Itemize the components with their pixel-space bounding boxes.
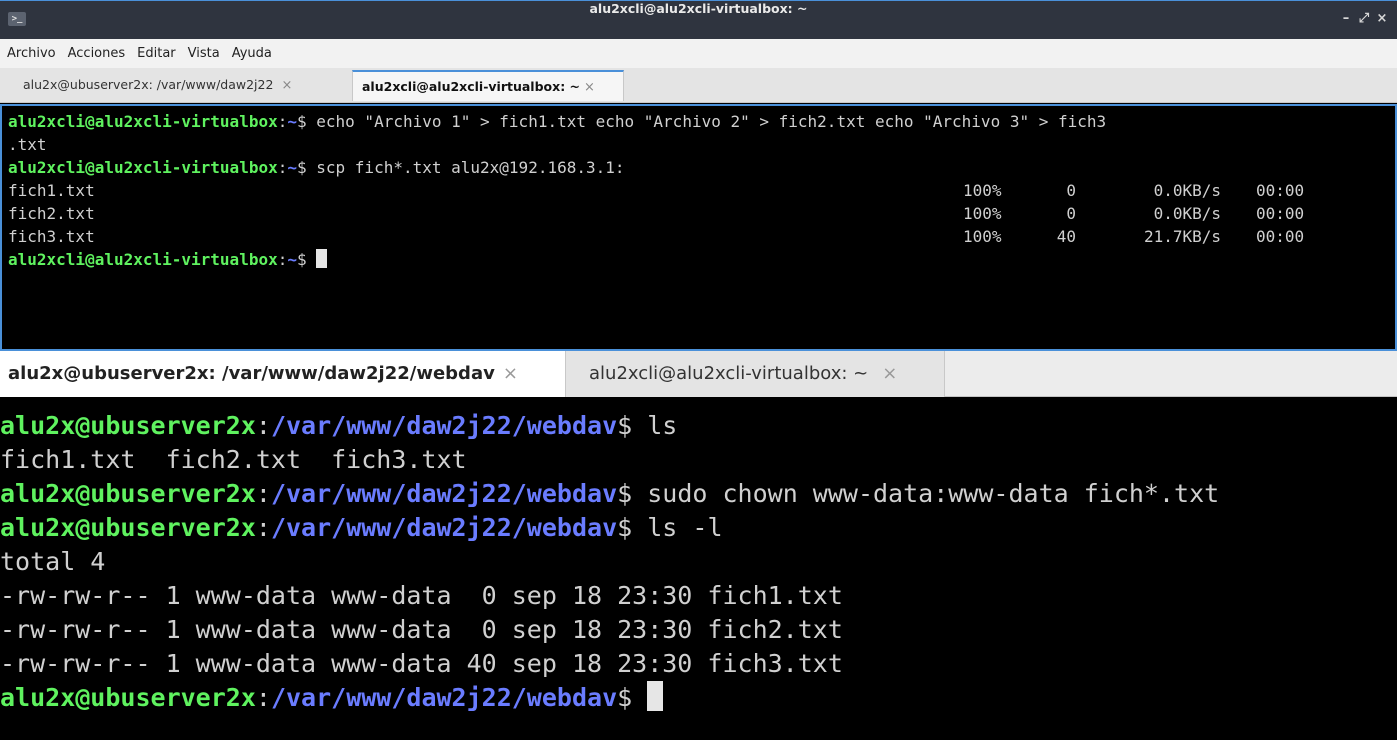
transfer-percent: 100% xyxy=(963,204,1002,223)
text-cursor xyxy=(316,249,328,268)
prompt-user: alu2xcli@alu2xcli-virtualbox xyxy=(8,158,278,177)
menu-ayuda[interactable]: Ayuda xyxy=(232,39,272,68)
prompt-symbol: $ xyxy=(617,411,648,440)
prompt-user: alu2x@ubuserver2x xyxy=(0,479,256,508)
close-tab-icon[interactable]: × xyxy=(281,78,292,93)
menu-acciones[interactable]: Acciones xyxy=(68,39,126,68)
tab-virtualbox[interactable]: alu2xcli@alu2xcli-virtualbox: ~ × xyxy=(352,70,624,101)
maximize-button[interactable]: ⤢ xyxy=(1356,10,1372,28)
prompt-separator: : xyxy=(255,479,271,508)
tab-label: alu2xcli@alu2xcli-virtualbox: ~ xyxy=(362,79,581,94)
prompt-separator: : xyxy=(255,683,271,712)
transfer-rate: 0.0KB/s xyxy=(1153,204,1221,223)
command-text: sudo chown www-data:www-data fich*.txt xyxy=(647,479,1220,508)
transfer-rate: 21.7KB/s xyxy=(1143,227,1221,246)
tab-label: alu2x@ubuserver2x: /var/www/daw2j22/webd… xyxy=(8,363,495,384)
terminal-line: .txt xyxy=(8,135,47,154)
listing-row: -rw-rw-r-- 1 www-data www-data 40 sep 18… xyxy=(0,649,843,678)
text-cursor xyxy=(647,681,664,711)
top-terminal-window: >_ alu2xcli@alu2xcli-virtualbox: ~ – ⤢ ×… xyxy=(0,0,1397,351)
prompt-separator: : xyxy=(255,513,271,542)
command-text: scp fich*.txt alu2x@192.168.3.1: xyxy=(316,158,625,177)
transfer-row: fich3.txt 100% 40 21.7KB/s 00:00 xyxy=(8,225,1395,248)
close-tab-icon[interactable]: × xyxy=(882,363,897,384)
menu-editar[interactable]: Editar xyxy=(137,39,176,68)
close-tab-icon[interactable]: × xyxy=(503,363,518,384)
prompt-path: /var/www/daw2j22/webdav xyxy=(270,683,618,712)
transfer-percent: 100% xyxy=(963,227,1002,246)
close-button[interactable]: × xyxy=(1374,10,1390,28)
terminal-line: alu2x@ubuserver2x:/var/www/daw2j22/webda… xyxy=(0,477,1397,511)
transfer-rate: 0.0KB/s xyxy=(1153,181,1221,200)
prompt-separator: : xyxy=(277,112,288,131)
bottom-terminal-window: alu2x@ubuserver2x: /var/www/daw2j22/webd… xyxy=(0,351,1397,740)
menu-bar: Archivo Acciones Editar Vista Ayuda xyxy=(0,39,1397,68)
terminal-line: alu2x@ubuserver2x:/var/www/daw2j22/webda… xyxy=(0,409,1397,443)
prompt-user: alu2x@ubuserver2x xyxy=(0,411,256,440)
prompt-symbol: $ xyxy=(297,158,317,177)
prompt-user: alu2xcli@alu2xcli-virtualbox xyxy=(8,250,278,269)
prompt-path: ~ xyxy=(287,158,297,177)
transfer-bytes: 0 xyxy=(1066,204,1076,223)
transfer-percent: 100% xyxy=(963,181,1002,200)
prompt-symbol: $ xyxy=(297,250,317,269)
prompt-path: ~ xyxy=(287,250,297,269)
terminal-line: fich1.txt fich2.txt fich3.txt xyxy=(0,445,467,474)
prompt-separator: : xyxy=(277,250,288,269)
tab-virtualbox[interactable]: alu2xcli@alu2xcli-virtualbox: ~ × xyxy=(566,351,945,397)
tab-webdav[interactable]: alu2x@ubuserver2x: /var/www/daw2j22/webd… xyxy=(0,351,566,397)
transfer-bytes: 40 xyxy=(1056,227,1076,246)
terminal-line: alu2x@ubuserver2x:/var/www/daw2j22/webda… xyxy=(0,511,1397,545)
prompt-separator: : xyxy=(277,158,288,177)
transfer-time: 00:00 xyxy=(1256,181,1305,200)
terminal-line: alu2xcli@alu2xcli-virtualbox:~$ xyxy=(8,248,1395,271)
tab-ubuserver[interactable]: alu2x@ubuserver2x: /var/www/daw2j22 × xyxy=(9,70,352,101)
transfer-row: fich1.txt 100% 0 0.0KB/s 00:00 xyxy=(8,179,1395,202)
tab-bar: alu2x@ubuserver2x: /var/www/daw2j22 × alu… xyxy=(0,68,1397,103)
transfer-bytes: 0 xyxy=(1066,181,1076,200)
window-title: alu2xcli@alu2xcli-virtualbox: ~ xyxy=(589,1,808,16)
prompt-path: ~ xyxy=(287,112,297,131)
close-tab-icon[interactable]: × xyxy=(584,80,595,95)
prompt-path: /var/www/daw2j22/webdav xyxy=(270,411,618,440)
terminal-output[interactable]: alu2x@ubuserver2x:/var/www/daw2j22/webda… xyxy=(0,401,1397,740)
transfer-time: 00:00 xyxy=(1256,227,1305,246)
prompt-user: alu2x@ubuserver2x xyxy=(0,683,256,712)
terminal-output[interactable]: alu2xcli@alu2xcli-virtualbox:~$ echo "Ar… xyxy=(0,104,1397,351)
command-text: echo "Archivo 1" > fich1.txt echo "Archi… xyxy=(316,112,1107,131)
transfer-file: fich2.txt xyxy=(8,204,95,223)
transfer-time: 00:00 xyxy=(1256,204,1305,223)
prompt-symbol: $ xyxy=(617,683,648,712)
terminal-line: alu2x@ubuserver2x:/var/www/daw2j22/webda… xyxy=(0,681,1397,715)
menu-archivo[interactable]: Archivo xyxy=(7,39,56,68)
terminal-line: total 4 xyxy=(0,547,106,576)
title-bar[interactable]: >_ alu2xcli@alu2xcli-virtualbox: ~ – ⤢ × xyxy=(0,0,1397,39)
prompt-symbol: $ xyxy=(617,513,648,542)
transfer-file: fich1.txt xyxy=(8,181,95,200)
prompt-symbol: $ xyxy=(297,112,317,131)
terminal-line: alu2xcli@alu2xcli-virtualbox:~$ echo "Ar… xyxy=(8,110,1395,133)
tab-bar: alu2x@ubuserver2x: /var/www/daw2j22/webd… xyxy=(0,351,1397,397)
prompt-symbol: $ xyxy=(617,479,648,508)
prompt-path: /var/www/daw2j22/webdav xyxy=(270,513,618,542)
transfer-row: fich2.txt 100% 0 0.0KB/s 00:00 xyxy=(8,202,1395,225)
tab-label: alu2xcli@alu2xcli-virtualbox: ~ xyxy=(589,363,869,384)
terminal-line: alu2xcli@alu2xcli-virtualbox:~$ scp fich… xyxy=(8,156,1395,179)
listing-row: -rw-rw-r-- 1 www-data www-data 0 sep 18 … xyxy=(0,581,843,610)
minimize-button[interactable]: – xyxy=(1338,10,1354,28)
prompt-path: /var/www/daw2j22/webdav xyxy=(270,479,618,508)
command-text: ls -l xyxy=(647,513,723,542)
command-text: ls xyxy=(647,411,678,440)
prompt-separator: : xyxy=(255,411,271,440)
menu-vista[interactable]: Vista xyxy=(188,39,220,68)
prompt-user: alu2x@ubuserver2x xyxy=(0,513,256,542)
prompt-user: alu2xcli@alu2xcli-virtualbox xyxy=(8,112,278,131)
tab-label: alu2x@ubuserver2x: /var/www/daw2j22 xyxy=(23,77,274,92)
listing-row: -rw-rw-r-- 1 www-data www-data 0 sep 18 … xyxy=(0,615,843,644)
transfer-file: fich3.txt xyxy=(8,227,95,246)
